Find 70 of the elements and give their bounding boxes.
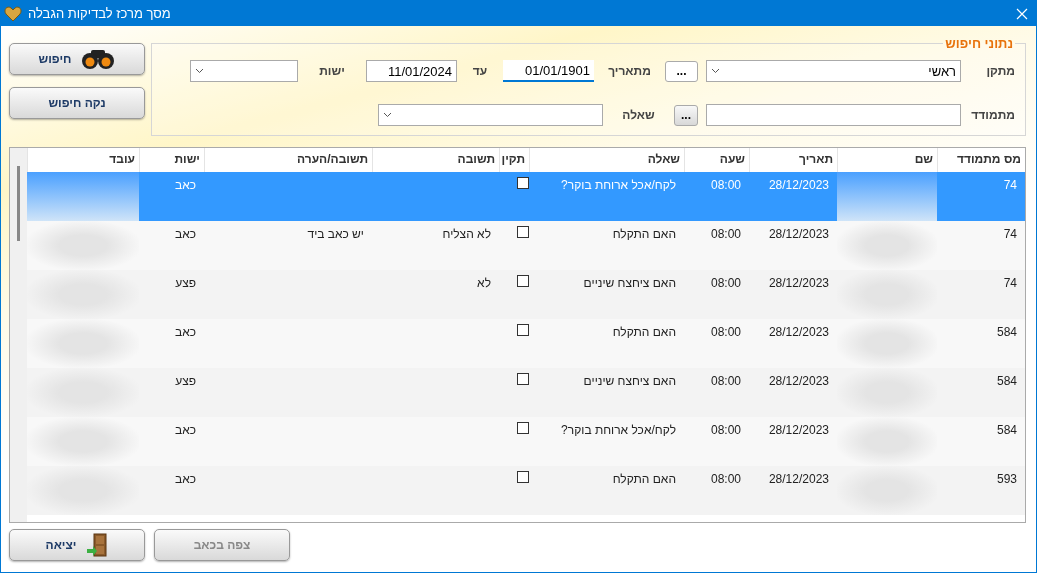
clear-search-button[interactable]: נקה חיפוש — [9, 87, 145, 119]
table-cell-text: האם התקלח — [611, 226, 677, 243]
table-cell-text: כאב — [174, 324, 197, 341]
browse-button[interactable]: ... — [674, 104, 698, 126]
table-cell-text: פצע — [174, 373, 197, 390]
table-cell-text: האם התקלח — [611, 324, 677, 341]
table-cell-text: 28/12/2023 — [767, 373, 830, 390]
checkbox[interactable] — [517, 177, 529, 189]
table-cell-text: 74 — [1002, 226, 1018, 243]
checkbox[interactable] — [517, 226, 529, 238]
checkbox[interactable] — [517, 275, 529, 287]
table-cell-text: האם ציחצח שיניים — [582, 373, 677, 390]
close-icon[interactable] — [1016, 7, 1028, 20]
date-field[interactable]: 01/01/1901 — [503, 60, 594, 82]
table-cell-text: האם ציחצח שיניים — [582, 275, 677, 292]
field-label: מתמודד — [970, 108, 1015, 122]
table-cell-text: 28/12/2023 — [767, 422, 830, 439]
table-cell-text: 74 — [1002, 275, 1018, 292]
checkbox[interactable] — [517, 471, 529, 483]
checkbox[interactable] — [517, 324, 529, 336]
facility-dropdown[interactable]: ראשי — [706, 60, 961, 82]
table-cell-text: פצע — [174, 275, 197, 292]
table-cell-text: כאב — [174, 422, 197, 439]
field-label: שאלה — [621, 108, 656, 122]
table-cell-text: 08:00 — [709, 373, 742, 390]
table-cell-text: 593 — [995, 471, 1018, 488]
table-cell-text: 08:00 — [709, 177, 742, 194]
field-label: מתקן — [985, 64, 1015, 78]
chevron-icon — [195, 68, 204, 74]
panel-title: נתוני חיפוש — [944, 36, 1014, 51]
table-cell-text: 28/12/2023 — [767, 275, 830, 292]
table-cell-text: כאב — [174, 177, 197, 194]
table-cell-text: 08:00 — [709, 275, 742, 292]
table-cell-text: 584 — [995, 324, 1018, 341]
door-icon — [86, 533, 109, 557]
table-cell-text: 28/12/2023 — [767, 226, 830, 243]
table-cell-text: כאב — [174, 471, 197, 488]
field-label: ישות — [318, 64, 346, 78]
binoculars-icon — [81, 48, 116, 70]
table-cell-text: כאב — [174, 226, 197, 243]
table-cell-text: לקח/אכל ארוחת בוקר? — [560, 177, 677, 194]
table-cell-text: 584 — [995, 422, 1018, 439]
field-label: עד — [471, 64, 489, 78]
date-field[interactable]: 11/01/2024 — [366, 60, 457, 82]
table-cell-text: 08:00 — [709, 471, 742, 488]
browse-button[interactable]: ... — [665, 60, 698, 82]
window-title: מסך מרכז לבדיקות הגבלה — [28, 6, 171, 21]
chevron-icon — [711, 68, 720, 74]
table-cell-text: 28/12/2023 — [767, 471, 830, 488]
table-cell-text: לקח/אכל ארוחת בוקר? — [560, 422, 677, 439]
table-cell-text: 08:00 — [709, 422, 742, 439]
table-cell-text: 28/12/2023 — [767, 177, 830, 194]
table-cell-text: 74 — [1002, 177, 1018, 194]
chevron-icon — [383, 112, 392, 118]
table-cell-text: 28/12/2023 — [767, 324, 830, 341]
checkbox[interactable] — [517, 422, 529, 434]
table-cell-text: 584 — [995, 373, 1018, 390]
contestant-field[interactable] — [706, 104, 961, 126]
table-cell-text: האם התקלח — [611, 471, 677, 488]
heart-icon — [4, 5, 22, 22]
checkbox[interactable] — [517, 373, 529, 385]
table-cell-text: לא הצליח — [441, 226, 492, 243]
exit-button[interactable]: יציאה — [9, 529, 145, 561]
table-cell-text: לא — [476, 275, 492, 292]
table-cell-text: 08:00 — [709, 226, 742, 243]
table-cell-text: 08:00 — [709, 324, 742, 341]
field-label: מתאריך — [607, 64, 652, 78]
scrollbar-thumb[interactable] — [17, 166, 20, 241]
search-button[interactable]: חיפוש — [9, 43, 145, 75]
table-cell-text: יש כאב ביד — [306, 226, 365, 243]
